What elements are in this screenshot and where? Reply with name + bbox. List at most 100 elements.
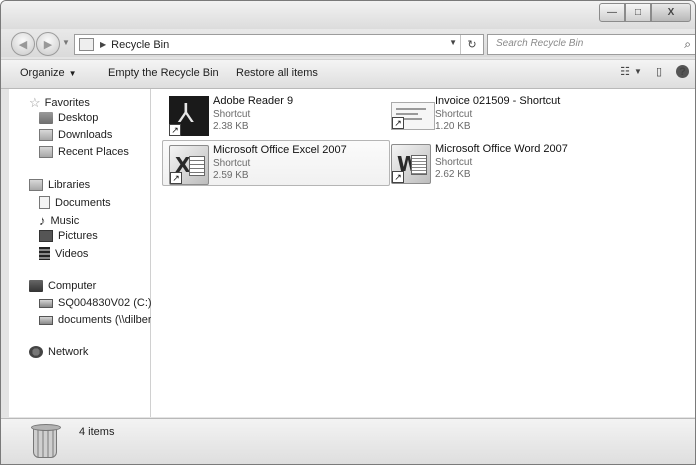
file-item[interactable]: ⅄ ↗ Adobe Reader 9 Shortcut 2.38 KB	[163, 92, 389, 136]
file-list: ⅄ ↗ Adobe Reader 9 Shortcut 2.38 KB ↗ In…	[151, 89, 695, 417]
forward-arrow-icon: ▶	[43, 38, 53, 51]
recent-pages-dropdown[interactable]: ▼	[62, 38, 70, 47]
change-view-icon[interactable]: ☷	[620, 65, 630, 78]
file-item[interactable]: W ↗ Microsoft Office Word 2007 Shortcut …	[385, 140, 611, 184]
word-icon: W ↗	[391, 144, 431, 184]
recycle-bin-icon	[29, 422, 61, 460]
file-type: Shortcut	[435, 157, 473, 168]
document-icon: ↗	[391, 102, 435, 130]
nav-drive-c[interactable]: SQ004830V02 (C:)	[39, 297, 152, 309]
chevron-down-icon: ▼	[68, 69, 77, 78]
file-size: 2.62 KB	[435, 169, 471, 180]
preview-pane-icon[interactable]: ▯	[656, 65, 662, 78]
nav-favorites-label: Favorites	[44, 97, 90, 109]
nav-network-drive[interactable]: documents (\\dilbert	[39, 314, 155, 326]
adobe-reader-icon: ⅄ ↗	[169, 96, 209, 136]
command-bar: Organize ▼ Empty the Recycle Bin Restore …	[1, 59, 695, 89]
nav-downloads[interactable]: Downloads	[39, 129, 112, 141]
music-note-icon: ♪	[39, 213, 46, 228]
pictures-icon	[39, 230, 53, 242]
details-pane: 4 items	[1, 418, 695, 464]
file-name: Invoice 021509 - Shortcut	[435, 95, 561, 107]
organize-label: Organize	[20, 67, 65, 79]
file-type: Shortcut	[213, 158, 251, 169]
documents-icon	[39, 196, 50, 209]
videos-icon	[39, 247, 50, 260]
nav-recent-places-label: Recent Places	[58, 146, 129, 158]
nav-computer[interactable]: Computer	[29, 280, 96, 292]
navigation-pane: ☆ Favorites Desktop Downloads Recent Plac…	[9, 89, 155, 417]
organize-button[interactable]: Organize ▼	[20, 67, 77, 79]
forward-button[interactable]: ▶	[36, 32, 60, 56]
address-bar[interactable]: ▶ Recycle Bin ▼ ↻	[74, 34, 484, 55]
restore-all-items-button[interactable]: Restore all items	[236, 67, 318, 79]
nav-libraries[interactable]: Libraries	[29, 179, 90, 191]
shortcut-arrow-icon: ↗	[170, 172, 182, 184]
nav-videos-label: Videos	[55, 247, 89, 260]
nav-music[interactable]: ♪ Music	[39, 213, 79, 228]
help-icon[interactable]: ?	[676, 65, 689, 78]
breadcrumb-chevron-icon[interactable]: ▶	[100, 40, 106, 49]
shortcut-arrow-icon: ↗	[169, 124, 181, 136]
item-count: 4 items	[79, 426, 115, 438]
nav-pictures-label: Pictures	[58, 230, 98, 242]
refresh-button[interactable]: ↻	[460, 35, 483, 54]
file-name: Microsoft Office Excel 2007	[213, 144, 347, 156]
back-arrow-icon: ◀	[18, 38, 28, 51]
file-item[interactable]: X ↗ Microsoft Office Excel 2007 Shortcut…	[162, 140, 390, 186]
network-drive-icon	[39, 315, 53, 325]
nav-libraries-label: Libraries	[48, 179, 91, 191]
nav-music-label: Music	[50, 214, 80, 227]
search-placeholder: Search Recycle Bin	[496, 38, 584, 49]
address-history-dropdown[interactable]: ▼	[449, 38, 457, 47]
view-options-dropdown[interactable]: ▼	[634, 67, 642, 76]
nav-pictures[interactable]: Pictures	[39, 230, 98, 242]
network-icon	[29, 346, 43, 358]
file-size: 1.20 KB	[435, 121, 471, 132]
file-item[interactable]: ↗ Invoice 021509 - Shortcut Shortcut 1.2…	[385, 92, 611, 136]
nav-desktop-label: Desktop	[58, 112, 99, 124]
recent-places-icon	[39, 146, 53, 158]
title-bar: — □ X	[1, 1, 695, 29]
shortcut-arrow-icon: ↗	[392, 117, 404, 129]
libraries-icon	[29, 179, 43, 191]
maximize-button[interactable]: □	[625, 3, 651, 22]
window-controls: — □ X	[599, 3, 691, 22]
recycle-bin-small-icon	[79, 38, 94, 51]
desktop-icon	[39, 112, 53, 124]
nav-drive-c-label: SQ004830V02 (C:)	[58, 297, 152, 309]
hard-drive-icon	[39, 298, 53, 308]
navigation-bar: ◀ ▶ ▼ ▶ Recycle Bin ▼ ↻ Search Recycle B…	[1, 29, 695, 57]
nav-documents-label: Documents	[55, 196, 111, 209]
file-size: 2.38 KB	[213, 121, 249, 132]
minimize-button[interactable]: —	[599, 3, 625, 22]
nav-network[interactable]: Network	[29, 346, 88, 358]
explorer-window: — □ X ◀ ▶ ▼ ▶ Recycle Bin ▼ ↻ Search Rec…	[0, 0, 696, 465]
nav-recent-places[interactable]: Recent Places	[39, 146, 129, 158]
empty-recycle-bin-button[interactable]: Empty the Recycle Bin	[108, 67, 219, 79]
file-size: 2.59 KB	[213, 170, 249, 181]
file-name: Microsoft Office Word 2007	[435, 143, 568, 155]
nav-documents[interactable]: Documents	[39, 196, 111, 209]
file-type: Shortcut	[213, 109, 251, 120]
search-icon[interactable]: ⌕	[684, 37, 691, 52]
nav-network-drive-label: documents (\\dilbert	[58, 314, 155, 326]
close-button[interactable]: X	[651, 3, 691, 22]
nav-computer-label: Computer	[48, 280, 97, 292]
back-button[interactable]: ◀	[11, 32, 35, 56]
nav-videos[interactable]: Videos	[39, 247, 88, 260]
computer-icon	[29, 280, 43, 292]
nav-network-label: Network	[48, 346, 89, 358]
nav-favorites[interactable]: ☆ Favorites	[29, 95, 90, 111]
downloads-folder-icon	[39, 129, 53, 141]
file-name: Adobe Reader 9	[213, 95, 294, 107]
breadcrumb-recycle-bin[interactable]: Recycle Bin	[111, 39, 169, 51]
star-icon: ☆	[29, 95, 41, 110]
view-tools: ☷ ▼ ▯ ?	[612, 65, 689, 78]
excel-icon: X ↗	[169, 145, 209, 185]
search-box[interactable]: Search Recycle Bin ⌕	[487, 34, 695, 55]
nav-downloads-label: Downloads	[58, 129, 113, 141]
file-type: Shortcut	[435, 109, 473, 120]
nav-desktop[interactable]: Desktop	[39, 112, 98, 124]
shortcut-arrow-icon: ↗	[392, 171, 404, 183]
